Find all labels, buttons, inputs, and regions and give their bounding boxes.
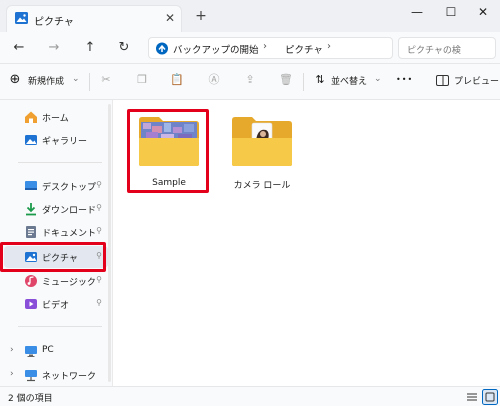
close-tab-icon[interactable]: ✕ (162, 9, 178, 27)
close-window-button[interactable]: ✕ (468, 2, 498, 22)
chevron-right-icon[interactable]: › (10, 345, 14, 355)
music-icon (25, 275, 37, 287)
download-icon (26, 203, 36, 216)
more-options-icon[interactable]: ••• (396, 75, 413, 84)
plus-icon[interactable]: ⊕ (8, 73, 22, 87)
breadcrumb-pictures[interactable]: ピクチャ (285, 42, 323, 56)
copy-icon[interactable]: ❐ (135, 73, 149, 87)
folder-name: カメラ ロール (233, 181, 291, 191)
tab-title: ピクチャ (34, 17, 74, 28)
pin-icon[interactable]: ⚲ (96, 275, 102, 284)
rename-icon[interactable]: Ⓐ (207, 73, 221, 87)
new-button[interactable]: 新規作成 (28, 74, 64, 87)
maximize-button[interactable]: ☐ (436, 2, 466, 22)
gallery-icon (25, 135, 37, 145)
search-placeholder: ピクチャの検 (407, 46, 461, 56)
sidebar-item-label: PC (42, 345, 54, 355)
sidebar-item-label: ドキュメント (42, 229, 97, 239)
preview-button[interactable]: プレビュー (454, 74, 499, 87)
folder-item-camera-roll[interactable]: カメラ ロール (220, 108, 304, 196)
home-icon (25, 111, 37, 123)
sidebar-item-downloads[interactable]: ダウンロード ⚲ (4, 198, 108, 220)
sidebar-item-label: ギャラリー (42, 137, 88, 147)
divider (18, 162, 102, 163)
search-box[interactable]: ピクチャの検 (398, 37, 496, 59)
new-tab-button[interactable]: + (193, 8, 209, 24)
desktop-icon (25, 181, 37, 190)
pin-icon[interactable]: ⚲ (96, 226, 102, 235)
navigation-bar: ← → ↑ ↻ バックアップの開始 › ピクチャ › ピクチャの検 (0, 32, 500, 64)
video-icon (25, 299, 37, 309)
sidebar-item-label: ミュージック (42, 278, 96, 288)
breadcrumb-chevron-icon[interactable]: › (263, 41, 267, 52)
document-icon (26, 226, 36, 238)
cut-icon[interactable]: ✂ (99, 73, 113, 87)
folder-icon (232, 117, 292, 166)
paste-icon[interactable]: 📋 (170, 73, 184, 87)
item-count: 2 個の項目 (8, 394, 53, 404)
sidebar-item-music[interactable]: ミュージック ⚲ (4, 270, 108, 292)
sidebar-item-home[interactable]: ホーム (4, 106, 108, 128)
sidebar-item-videos[interactable]: ビデオ ⚲ (4, 293, 108, 315)
onedrive-backup-icon (156, 42, 168, 55)
divider (89, 73, 90, 91)
large-icons-view-icon[interactable] (482, 389, 498, 405)
delete-icon[interactable]: 🗑 (279, 73, 293, 87)
sidebar-item-documents[interactable]: ドキュメント ⚲ (4, 221, 108, 243)
sort-icon[interactable]: ⇅ (313, 73, 327, 87)
title-bar: ピクチャ ✕ + — ☐ ✕ (0, 0, 500, 32)
status-bar: 2 個の項目 (0, 386, 500, 406)
pictures-icon (15, 12, 28, 24)
sidebar-item-label: ダウンロード (42, 206, 97, 216)
command-bar: ⊕ 新規作成 ⌄ ✂ ❐ 📋 Ⓐ ⇪ 🗑 ⇅ 並べ替え ⌄ ••• プレビュー (0, 64, 500, 100)
pc-icon (25, 346, 37, 357)
chevron-right-icon[interactable]: › (10, 369, 14, 379)
network-icon (25, 370, 37, 382)
sidebar-item-network[interactable]: › ネットワーク (4, 364, 108, 386)
highlight-box (0, 242, 106, 272)
divider (303, 73, 304, 91)
minimize-button[interactable]: — (402, 2, 432, 22)
address-bar[interactable]: バックアップの開始 › ピクチャ › (148, 37, 393, 59)
back-button[interactable]: ← (9, 38, 29, 58)
sidebar-scrollbar[interactable] (108, 104, 111, 382)
sidebar-item-label: ビデオ (42, 301, 70, 311)
pin-icon[interactable]: ⚲ (96, 203, 102, 212)
share-icon[interactable]: ⇪ (243, 73, 257, 87)
new-dropdown-icon[interactable]: ⌄ (72, 74, 80, 84)
refresh-button[interactable]: ↻ (114, 38, 134, 58)
breadcrumb-chevron-icon[interactable]: › (327, 41, 331, 52)
sidebar-item-pc[interactable]: › PC (4, 340, 108, 362)
preview-pane-icon[interactable] (436, 75, 449, 86)
sidebar-item-desktop[interactable]: デスクトップ ⚲ (4, 175, 108, 197)
sidebar-item-gallery[interactable]: ギャラリー (4, 129, 108, 151)
sidebar-item-label: ホーム (42, 114, 69, 124)
divider (18, 326, 102, 327)
forward-button[interactable]: → (44, 38, 64, 58)
pin-icon[interactable]: ⚲ (96, 180, 102, 189)
sort-dropdown-icon[interactable]: ⌄ (374, 74, 382, 84)
file-list: Sample カメラ ロール (112, 100, 500, 386)
up-button[interactable]: ↑ (80, 38, 100, 58)
sidebar-item-label: デスクトップ (42, 183, 97, 193)
breadcrumb-backup[interactable]: バックアップの開始 (173, 42, 259, 56)
details-view-icon[interactable] (464, 389, 480, 405)
sort-button[interactable]: 並べ替え (331, 74, 367, 87)
pin-icon[interactable]: ⚲ (96, 298, 102, 307)
tab-pictures[interactable]: ピクチャ ✕ (6, 5, 182, 32)
sidebar-item-label: ネットワーク (42, 372, 97, 382)
highlight-box (127, 109, 209, 193)
